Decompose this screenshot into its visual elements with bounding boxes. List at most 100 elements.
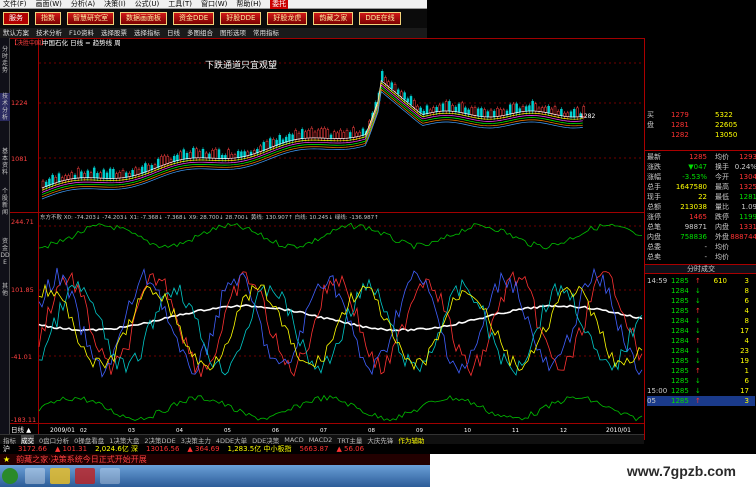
candle-body bbox=[425, 105, 429, 115]
menu-view[interactable]: 画面(W) bbox=[36, 0, 62, 9]
candle-body bbox=[396, 89, 400, 95]
ie-icon[interactable] bbox=[25, 468, 45, 484]
quote-value: - bbox=[704, 243, 707, 251]
quote-row: 涨停 1465 跌停 1199 bbox=[647, 212, 756, 222]
candle-body bbox=[134, 167, 138, 176]
subtool-chart-options[interactable]: 图形选项 bbox=[220, 28, 246, 38]
subtool-select-stock[interactable]: 选择股票 bbox=[101, 28, 127, 38]
menu-bar: 文件(F) 画面(W) 分析(A) 决策(I) 公式(U) 工具(T) 窗口(W… bbox=[0, 0, 427, 9]
toolbar-research-button[interactable]: 智慧研究室 bbox=[67, 12, 114, 25]
indicator-tab[interactable]: 1决策大盘 bbox=[109, 435, 139, 445]
subtool-f10[interactable]: F10资料 bbox=[69, 28, 94, 38]
candle-body bbox=[268, 138, 272, 149]
candle-body bbox=[121, 169, 125, 179]
subtool-daily[interactable]: 日线 bbox=[167, 28, 180, 38]
tick-price: 1284 bbox=[671, 287, 689, 295]
tick-row: 1285 ↑ 1 bbox=[647, 366, 755, 376]
toolbar-dragon-tiger-button[interactable]: 好股龙虎 bbox=[267, 12, 308, 25]
tick-row: 1284 ↑ 4 bbox=[647, 336, 755, 346]
menu-formula[interactable]: 公式(U) bbox=[135, 0, 160, 9]
chart-area[interactable]: 【决胜中国】 中国石化 日线 = 趋势线 周 下跌通道只宜观望 1224 108… bbox=[10, 38, 644, 434]
candle-body bbox=[156, 158, 160, 168]
window-icon[interactable] bbox=[100, 468, 120, 484]
indicator-tab[interactable]: 0操盘看盘 bbox=[74, 435, 104, 445]
orderbook-row: 买 1279 5322 bbox=[647, 110, 733, 120]
tick-header[interactable]: 分时成交 bbox=[645, 264, 756, 274]
candle-body bbox=[380, 71, 384, 81]
period-label[interactable]: 日线 ▲ bbox=[11, 425, 31, 434]
candle-body bbox=[572, 109, 576, 118]
start-button-icon[interactable] bbox=[2, 468, 18, 484]
indicator-tab[interactable]: 2决策DDE bbox=[144, 435, 175, 445]
tick-arrow-icon: ↓ bbox=[695, 357, 701, 365]
app-icon[interactable] bbox=[75, 468, 95, 484]
quote-row: 最新 1285 均价 1293 bbox=[647, 152, 756, 162]
toolbar-data-panel-button[interactable]: 数据画面板 bbox=[120, 12, 167, 25]
quote-label: 涨幅 bbox=[647, 173, 661, 181]
candle-body bbox=[304, 131, 307, 139]
tab-news[interactable]: 个股新闻 bbox=[0, 188, 10, 216]
ticker-text[interactable]: 韵藏之家·决策系统今日正式开始开展 bbox=[16, 454, 147, 465]
tab-intraday[interactable]: 分时走势 bbox=[0, 46, 10, 74]
quote-value-2: 1304 bbox=[739, 173, 756, 181]
toolbar-index-button[interactable]: 指数 bbox=[35, 12, 61, 25]
candle-body bbox=[406, 98, 410, 103]
subtool-select-indicator[interactable]: 选择指标 bbox=[134, 28, 160, 38]
subtool-default-scheme[interactable]: 默认方案 bbox=[3, 28, 29, 38]
toolbar-fund-dde-button[interactable]: 资金DDE bbox=[173, 12, 215, 25]
idx-sme-change: ▲ 56.06 bbox=[336, 445, 365, 453]
tab-fundamentals[interactable]: 基本资料 bbox=[0, 148, 10, 176]
toolbar-dde-online-button[interactable]: DDE在线 bbox=[359, 12, 401, 25]
menu-tools[interactable]: 工具(T) bbox=[168, 0, 192, 9]
indicator-tab[interactable]: 大庆先锋 bbox=[367, 435, 393, 445]
menu-decision[interactable]: 决策(I) bbox=[104, 0, 126, 9]
subtool-technical[interactable]: 技术分析 bbox=[36, 28, 62, 38]
indicator-tab[interactable]: TRT主量 bbox=[337, 435, 362, 445]
folder-icon[interactable] bbox=[50, 468, 70, 484]
tab-technical[interactable]: 技术分析 bbox=[0, 93, 10, 121]
indicator-tab[interactable]: MACD bbox=[284, 436, 303, 444]
tick-price: 1285 bbox=[671, 367, 689, 375]
toolbar-home-button[interactable]: 韵藏之家 bbox=[313, 12, 354, 25]
candle-body bbox=[291, 134, 294, 141]
toolbar-good-dde-button[interactable]: 好股DDE bbox=[220, 12, 262, 25]
candle-body bbox=[576, 107, 579, 118]
candle-body bbox=[198, 151, 202, 159]
candle-body bbox=[444, 101, 448, 112]
tick-count: 17 bbox=[740, 387, 749, 395]
indicator-tab[interactable]: 指标 bbox=[3, 435, 16, 445]
indicator-tab[interactable]: 0盘口分析 bbox=[39, 435, 69, 445]
menu-order[interactable]: 委托 bbox=[270, 0, 289, 9]
tick-arrow-icon: ↓ bbox=[695, 287, 701, 295]
indicator-tab[interactable]: MACD2 bbox=[309, 436, 333, 444]
subtool-common-indicators[interactable]: 常用指标 bbox=[253, 28, 279, 38]
menu-help[interactable]: 帮助(H) bbox=[236, 0, 261, 9]
tick-price: 1285 bbox=[671, 377, 689, 385]
indicator-tab[interactable]: DDE决策 bbox=[252, 435, 279, 445]
candle-body bbox=[51, 174, 54, 185]
tick-price: 1285 bbox=[671, 397, 689, 405]
indicator-tab[interactable]: 作为辅助 bbox=[398, 435, 424, 445]
indicator-tab[interactable]: 成交 bbox=[21, 434, 34, 445]
left-vertical-tabs: 分时走势 技术分析 基本资料 个股新闻 资金DDE 其他 bbox=[0, 38, 10, 434]
candle-body bbox=[460, 102, 464, 113]
quote-label-2: 换手 bbox=[715, 163, 729, 171]
candle-body bbox=[131, 170, 134, 177]
candle-body bbox=[483, 109, 486, 118]
chart-annotation: 下跌通道只宜观望 bbox=[205, 59, 277, 71]
menu-window[interactable]: 窗口(W) bbox=[201, 0, 227, 9]
tick-count: 3 bbox=[744, 277, 749, 285]
candle-body bbox=[89, 172, 93, 178]
toolbar-service-button[interactable]: 服务 bbox=[3, 12, 29, 25]
indicator-tab[interactable]: 4DDE大单 bbox=[216, 435, 247, 445]
quote-row: 涨跌 ▼047 换手 0.24% bbox=[647, 162, 756, 172]
candle-body bbox=[86, 170, 90, 178]
tab-fund-dde[interactable]: 资金DDE bbox=[0, 238, 10, 266]
menu-analysis[interactable]: 分析(A) bbox=[71, 0, 95, 9]
subtool-multi-chart[interactable]: 多图组合 bbox=[187, 28, 213, 38]
candle-body bbox=[182, 149, 186, 160]
menu-file[interactable]: 文件(F) bbox=[3, 0, 27, 9]
indicator-tabs: 指标 成交 0盘口分析 0操盘看盘 1决策大盘 2决策DDE 3决策主力 4DDE大单 DDE决… bbox=[0, 434, 644, 445]
indicator-tab[interactable]: 3决策主力 bbox=[181, 435, 211, 445]
tab-other[interactable]: 其他 bbox=[0, 283, 10, 297]
